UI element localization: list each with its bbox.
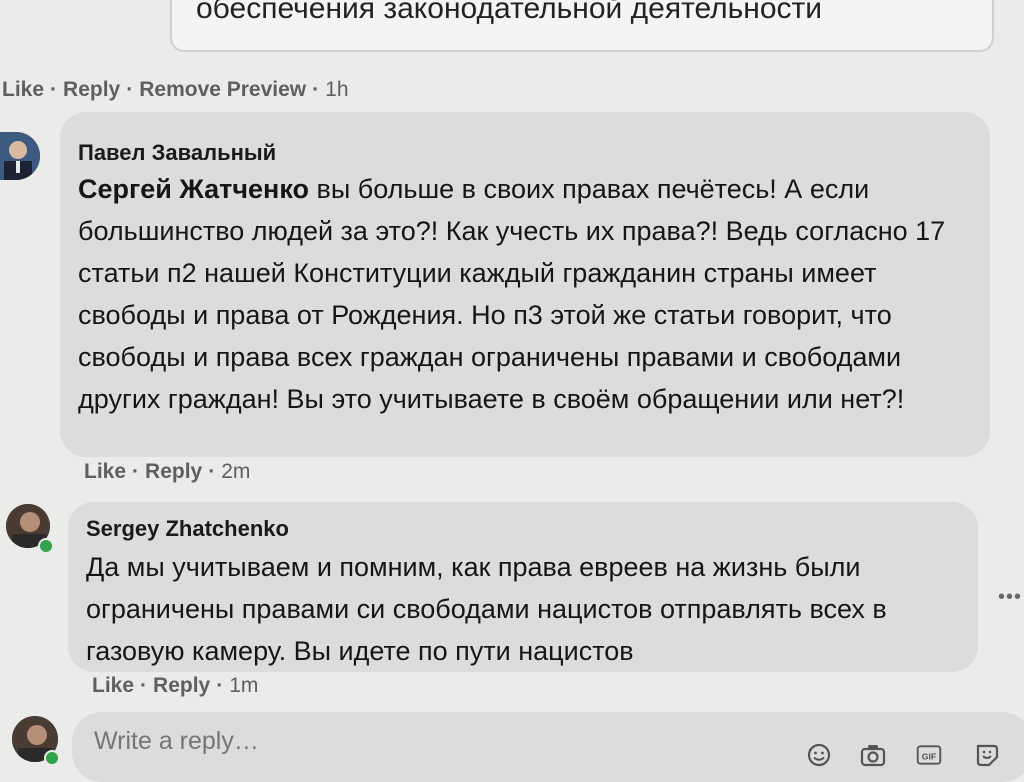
reply-link[interactable]: Reply <box>153 674 210 698</box>
more-icon[interactable]: ••• <box>998 586 1022 609</box>
like-link[interactable]: Like <box>2 78 44 102</box>
comment-author[interactable]: Sergey Zhatchenko <box>86 516 289 542</box>
mention-link[interactable]: Сергей Жатченко <box>78 174 309 204</box>
remove-preview-link[interactable]: Remove Preview <box>139 78 306 102</box>
reply-link[interactable]: Reply <box>145 460 202 484</box>
comment-text: Сергей Жатченко вы больше в своих правах… <box>78 168 958 420</box>
comment-body: Да мы учитываем и помним, как права евре… <box>86 552 887 666</box>
emoji-icon[interactable] <box>806 742 832 768</box>
comment-actions: Like · Reply · 1m <box>92 674 259 698</box>
reply-link[interactable]: Reply <box>63 78 120 102</box>
previous-comment-actions: Like · Reply · Remove Preview · 1h <box>2 78 349 102</box>
like-link[interactable]: Like <box>92 674 134 698</box>
link-preview-card[interactable]: обеспечения законодательной деятельности <box>170 0 994 52</box>
sticker-icon[interactable] <box>974 742 1000 768</box>
link-preview-text: обеспечения законодательной деятельности <box>196 0 823 25</box>
online-status-icon <box>38 538 54 554</box>
avatar-photo-icon <box>0 132 40 180</box>
comment-author[interactable]: Павел Завальный <box>78 140 276 166</box>
timestamp[interactable]: 1h <box>325 78 348 102</box>
timestamp[interactable]: 1m <box>229 674 258 698</box>
gif-icon[interactable]: GIF <box>916 742 942 768</box>
comment-body: вы больше в своих правах печётесь! А есл… <box>78 174 946 414</box>
svg-text:GIF: GIF <box>922 751 936 761</box>
camera-icon[interactable] <box>860 742 886 768</box>
comment-actions: Like · Reply · 2m <box>84 460 251 484</box>
like-link[interactable]: Like <box>84 460 126 484</box>
online-status-icon <box>44 750 60 766</box>
timestamp[interactable]: 2m <box>221 460 250 484</box>
comment-bubble: Павел Завальный Сергей Жатченко вы больш… <box>60 112 990 457</box>
comment-bubble: Sergey Zhatchenko Да мы учитываем и помн… <box>68 502 978 672</box>
reply-input[interactable] <box>92 726 696 757</box>
avatar[interactable] <box>0 132 40 180</box>
